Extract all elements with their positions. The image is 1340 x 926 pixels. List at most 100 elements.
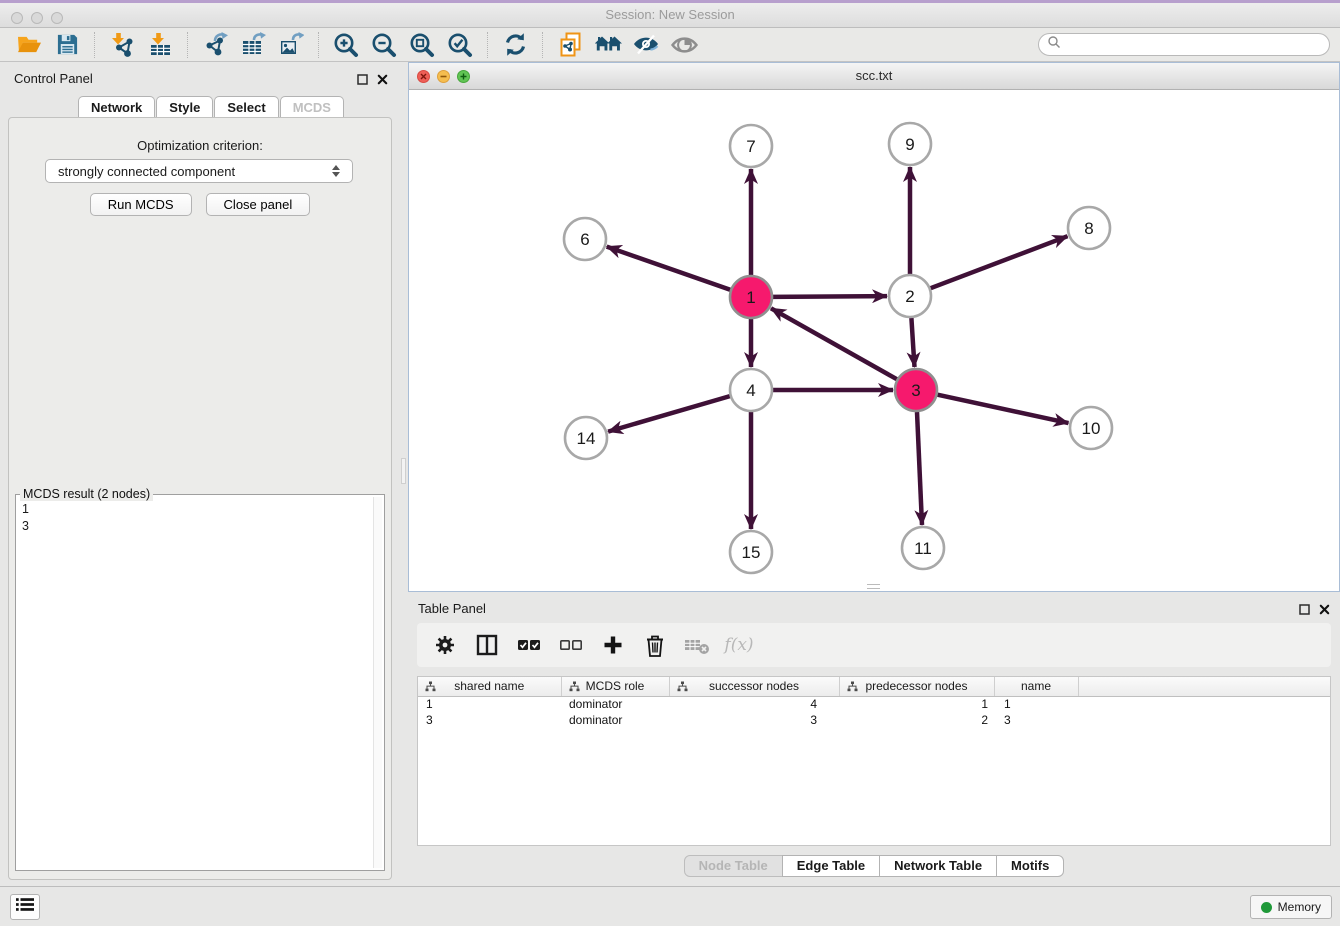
export-network-button[interactable] (199, 30, 231, 60)
edge-3-10[interactable] (938, 395, 1069, 423)
cell-successor-nodes[interactable]: 3 (669, 712, 839, 728)
tab-style[interactable]: Style (156, 96, 213, 118)
save-session-button[interactable] (51, 30, 83, 60)
tab-mcds[interactable]: MCDS (280, 96, 344, 118)
network-canvas[interactable]: 7968124314101511 (409, 90, 1339, 591)
float-table-panel-icon[interactable] (1299, 602, 1310, 620)
run-mcds-button[interactable]: Run MCDS (90, 193, 192, 216)
memory-button[interactable]: Memory (1250, 895, 1332, 919)
toolbar-separator (487, 32, 488, 58)
cell-mcds-role[interactable]: dominator (561, 696, 669, 712)
table-row[interactable]: 1dominator411 (418, 696, 1330, 712)
select-all-button[interactable] (515, 631, 543, 659)
edge-3-1[interactable] (771, 308, 897, 379)
column-header-successor-nodes[interactable]: successor nodes (669, 677, 839, 696)
criterion-selected-value: strongly connected component (58, 164, 235, 179)
function-builder-button: f(x) (725, 631, 753, 659)
control-panel-title: Control Panel (14, 71, 93, 86)
close-table-panel-icon[interactable] (1319, 602, 1330, 620)
tab-network[interactable]: Network (78, 96, 155, 118)
close-window-button[interactable] (11, 12, 23, 24)
gear-button[interactable] (431, 631, 459, 659)
function-builder-icon: f(x) (724, 635, 753, 655)
search-box[interactable] (1038, 33, 1330, 56)
node-label-15: 15 (742, 543, 761, 562)
mcds-result-text[interactable]: 1 3 (18, 499, 372, 868)
deselect-all-button[interactable] (557, 631, 585, 659)
zoom-window-button[interactable] (51, 12, 63, 24)
close-panel-button[interactable]: Close panel (206, 193, 311, 216)
apply-preferred-layout-button[interactable] (499, 30, 531, 60)
zoom-selected-button[interactable] (444, 30, 476, 60)
network-maximize-button[interactable] (457, 70, 470, 83)
tab-select[interactable]: Select (214, 96, 278, 118)
tab-edge-table[interactable]: Edge Table (782, 855, 880, 877)
home-button[interactable] (592, 30, 624, 60)
table-panel-title: Table Panel (418, 601, 486, 616)
import-network-button[interactable] (106, 30, 138, 60)
import-table-button[interactable] (144, 30, 176, 60)
window-title: Session: New Session (0, 3, 1340, 27)
float-panel-icon[interactable] (357, 72, 368, 90)
zoom-out-icon (371, 32, 397, 58)
column-header-shared-name[interactable]: shared name (418, 677, 561, 696)
cell-successor-nodes[interactable]: 4 (669, 696, 839, 712)
table-row[interactable]: 3dominator323 (418, 712, 1330, 728)
edge-3-11[interactable] (917, 412, 922, 525)
cell-shared-name[interactable]: 1 (418, 696, 561, 712)
column-header-name[interactable]: name (994, 677, 1078, 696)
result-scrollbar[interactable] (373, 497, 382, 868)
deselect-all-icon (559, 637, 583, 653)
column-header-predecessor-nodes[interactable]: predecessor nodes (839, 677, 994, 696)
network-window-title: scc.txt (409, 63, 1339, 89)
show-graphics-details-button[interactable] (668, 30, 700, 60)
task-history-button[interactable] (10, 894, 40, 920)
zoom-fit-button[interactable] (406, 30, 438, 60)
home-icon (595, 34, 622, 56)
cell-shared-name[interactable]: 3 (418, 712, 561, 728)
list-icon (16, 897, 34, 917)
hide-graphics-details-button[interactable] (630, 30, 662, 60)
open-session-button[interactable] (13, 30, 45, 60)
export-image-button[interactable] (275, 30, 307, 60)
cell-name[interactable]: 3 (994, 712, 1078, 728)
minimize-window-button[interactable] (31, 12, 43, 24)
tab-network-table[interactable]: Network Table (879, 855, 997, 877)
tab-node-table[interactable]: Node Table (684, 855, 783, 877)
splitter-handle[interactable] (401, 458, 406, 484)
panel-splitter[interactable] (400, 62, 408, 886)
clone-network-button[interactable] (554, 30, 586, 60)
cell-filler (1078, 712, 1330, 728)
criterion-select[interactable]: strongly connected component (45, 159, 353, 183)
zoom-in-button[interactable] (330, 30, 362, 60)
columns-button[interactable] (473, 631, 501, 659)
cell-predecessor-nodes[interactable]: 2 (839, 712, 994, 728)
network-close-button[interactable] (417, 70, 430, 83)
node-label-6: 6 (580, 230, 589, 249)
edge-2-8[interactable] (931, 236, 1068, 288)
tab-motifs[interactable]: Motifs (996, 855, 1064, 877)
toolbar-separator (542, 32, 543, 58)
add-row-button[interactable] (599, 631, 627, 659)
node-label-8: 8 (1084, 219, 1093, 238)
optimization-criterion-label: Optimization criterion: (9, 138, 391, 153)
edge-4-14[interactable] (608, 396, 730, 432)
column-header-label: MCDS role (586, 679, 645, 693)
table-body: 1dominator4113dominator323 (418, 696, 1330, 728)
cell-predecessor-nodes[interactable]: 1 (839, 696, 994, 712)
edge-1-6[interactable] (607, 247, 731, 290)
cell-mcds-role[interactable]: dominator (561, 712, 669, 728)
edge-2-3[interactable] (911, 318, 914, 367)
edge-1-2[interactable] (773, 296, 887, 297)
export-table-button[interactable] (237, 30, 269, 60)
close-panel-icon[interactable] (377, 72, 388, 90)
zoom-out-button[interactable] (368, 30, 400, 60)
network-window-titlebar: scc.txt (409, 63, 1339, 90)
column-header-mcds-role[interactable]: MCDS role (561, 677, 669, 696)
resize-grip[interactable] (867, 584, 880, 589)
clone-network-icon (558, 32, 583, 58)
network-minimize-button[interactable] (437, 70, 450, 83)
cell-name[interactable]: 1 (994, 696, 1078, 712)
delete-row-button[interactable] (641, 631, 669, 659)
search-input[interactable] (1066, 38, 1321, 52)
